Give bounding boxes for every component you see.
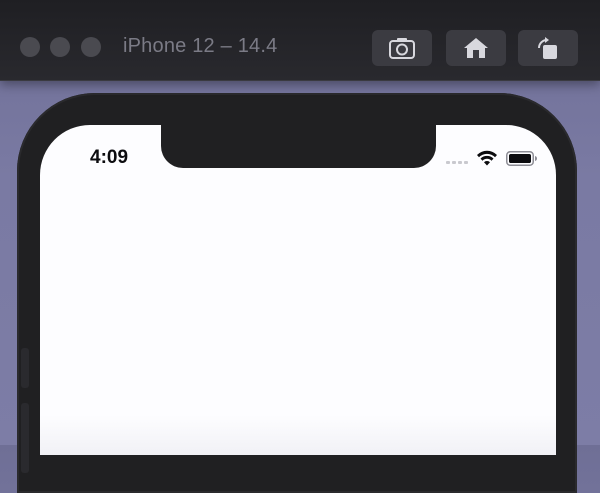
iphone-screen[interactable]: 4:09: [40, 125, 556, 455]
screen-content-area: [40, 415, 556, 455]
volume-up-button[interactable]: [21, 348, 29, 388]
window-title: iPhone 12 – 14.4: [123, 35, 278, 57]
rotate-icon: [535, 36, 561, 60]
rotate-button[interactable]: [518, 30, 578, 66]
zoom-window-button[interactable]: [81, 37, 101, 57]
home-icon: [463, 37, 489, 59]
notch: [161, 125, 436, 168]
camera-icon: [389, 37, 415, 59]
cellular-signal-icon: [446, 161, 468, 164]
battery-icon: [506, 151, 538, 171]
close-window-button[interactable]: [20, 37, 40, 57]
simulator-title-bar: iPhone 12 – 14.4: [0, 0, 600, 81]
home-button[interactable]: [446, 30, 506, 66]
status-bar-time: 4:09: [90, 147, 129, 168]
wifi-icon: [476, 149, 498, 171]
screenshot-button[interactable]: [372, 30, 432, 66]
volume-down-button[interactable]: [21, 403, 29, 473]
minimize-window-button[interactable]: [50, 37, 70, 57]
